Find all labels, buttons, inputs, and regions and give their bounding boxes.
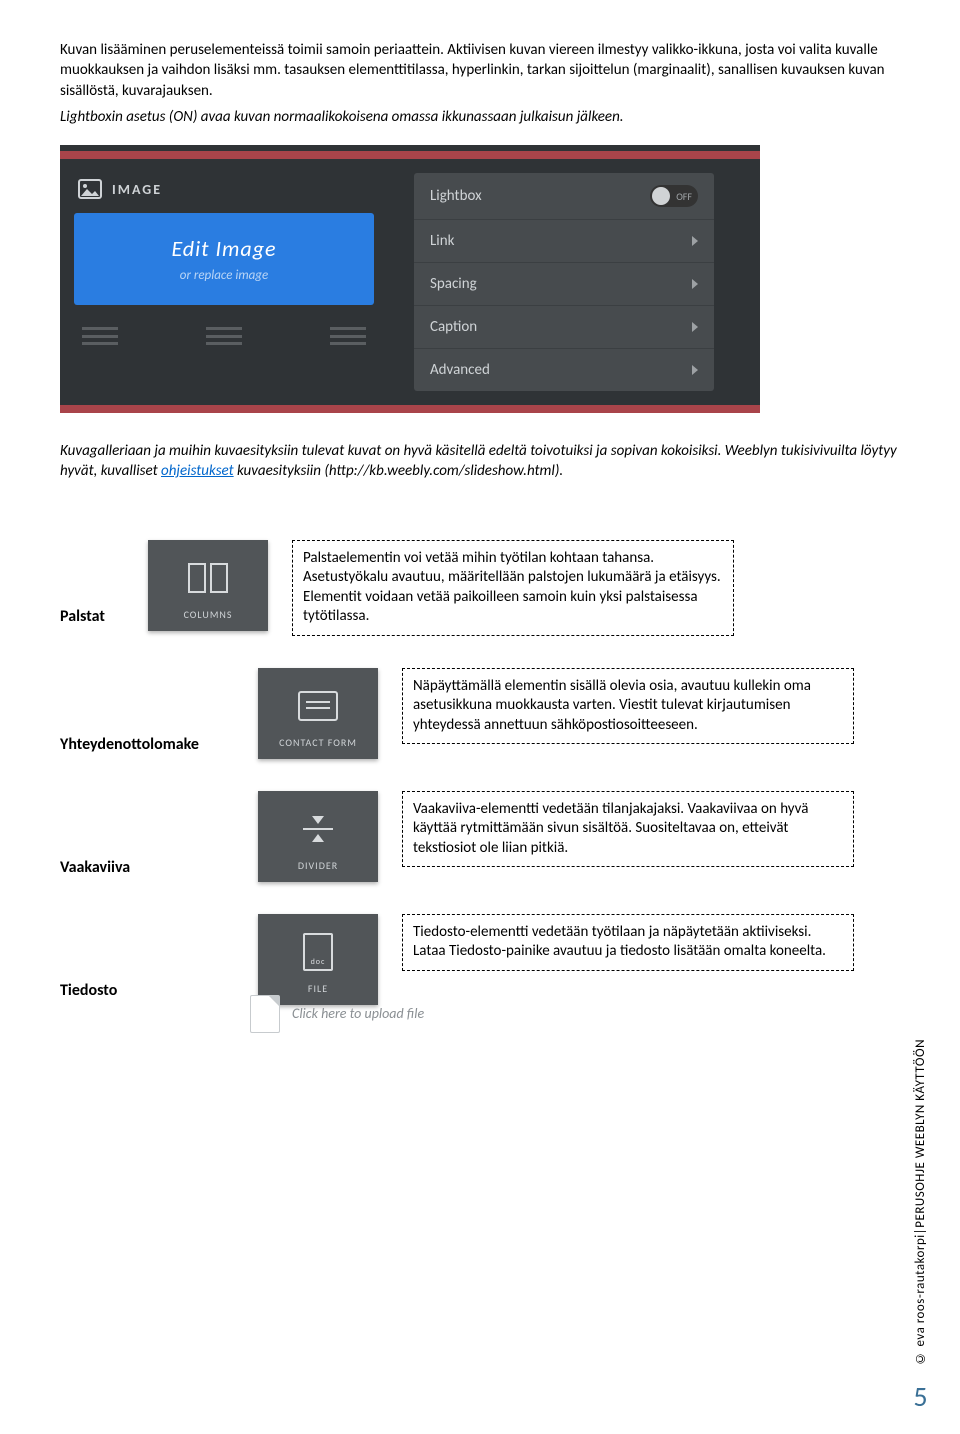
chevron-right-icon [692, 322, 698, 332]
divider-icon [303, 816, 333, 842]
setting-lightbox[interactable]: Lightbox OFF [414, 173, 714, 220]
file-icon: doc [303, 933, 333, 971]
contact-form-icon [298, 691, 338, 721]
setting-link[interactable]: Link [414, 220, 714, 263]
paragraph: Kuvagalleriaan ja muihin kuvaesityksiin … [60, 441, 900, 482]
image-panel-title: IMAGE [74, 173, 374, 213]
chevron-right-icon [692, 279, 698, 289]
section-heading-contact: Yhteydenottolomake [60, 668, 258, 754]
chevron-right-icon [692, 365, 698, 375]
paragraph: Lightboxin asetus (ON) avaa kuvan normaa… [60, 107, 900, 127]
document-icon [250, 995, 280, 1033]
image-icon [78, 179, 102, 199]
instructions-link[interactable]: ohjeistukset [161, 462, 234, 480]
setting-advanced[interactable]: Advanced [414, 349, 714, 391]
image-settings-panel: Lightbox OFF Link Spacing Caption Advanc… [414, 173, 714, 391]
section-heading-palstat: Palstat [60, 540, 148, 626]
element-tile-contact-form[interactable]: CONTACT FORM [258, 668, 378, 759]
note-box-divider: Vaakaviiva-elementti vedetään tilanjakaj… [402, 791, 854, 868]
setting-spacing[interactable]: Spacing [414, 263, 714, 306]
chevron-right-icon [692, 236, 698, 246]
section-heading-divider: Vaakaviiva [60, 791, 258, 877]
page-number: 5 [913, 1379, 927, 1414]
toggle-off-icon[interactable]: OFF [650, 185, 698, 207]
columns-icon [186, 563, 230, 593]
note-box-columns: Palstaelementin voi vetää mihin työtilan… [292, 540, 734, 636]
paragraph: Kuvan lisääminen peruselementeissä toimi… [60, 40, 900, 101]
image-settings-screenshot: IMAGE Edit Image or replace image Lightb… [60, 145, 760, 413]
page-side-footer: © eva roos-rautakorpi|PERUSOHJE WEEBLYN … [909, 1039, 932, 1365]
element-tile-columns[interactable]: COLUMNS [148, 540, 268, 631]
setting-caption[interactable]: Caption [414, 306, 714, 349]
note-box-contact: Näpäyttämällä elementin sisällä olevia o… [402, 668, 854, 745]
element-tile-file[interactable]: doc FILE [258, 914, 378, 1005]
section-heading-file: Tiedosto [60, 914, 258, 1000]
element-tile-divider[interactable]: DIVIDER [258, 791, 378, 882]
note-box-file: Tiedosto-elementti vedetään työtilaan ja… [402, 914, 854, 971]
drag-handles [74, 327, 374, 345]
edit-image-button[interactable]: Edit Image or replace image [74, 213, 374, 305]
